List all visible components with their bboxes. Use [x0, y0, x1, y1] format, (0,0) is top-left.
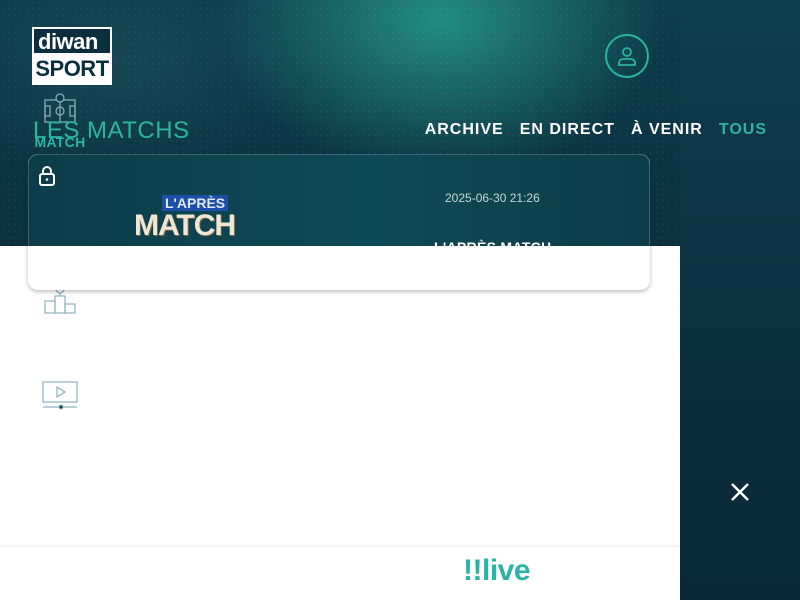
- bottom-bar: !!live: [0, 547, 680, 600]
- sidebar-item-label: EXTRAS: [30, 420, 90, 436]
- match-datetime: 2025-06-30 21:26: [445, 191, 540, 205]
- show-logo: L'APRÈS MATCH: [134, 195, 254, 245]
- show-logo-line2: MATCH: [134, 209, 236, 242]
- diwan-sport-logo[interactable]: diwan SPORT: [32, 27, 112, 85]
- video-player-icon: [42, 381, 78, 410]
- logo-bottom-text: SPORT: [32, 53, 112, 85]
- match-card[interactable]: L'APRÈS MATCH 2025-06-30 21:26 L'APRÈS M…: [28, 154, 650, 290]
- match-card-header: L'APRÈS MATCH 2025-06-30 21:26 L'APRÈS M…: [28, 154, 650, 247]
- lock-icon: [39, 166, 55, 186]
- filter-en-direct[interactable]: EN DIRECT: [520, 121, 615, 139]
- filter-a-venir[interactable]: À VENIR: [631, 121, 703, 139]
- match-filter-tabs: ARCHIVE EN DIRECT À VENIR TOUS: [425, 121, 767, 139]
- close-icon: [731, 483, 749, 501]
- user-icon: [618, 47, 636, 66]
- live-logo[interactable]: !!live: [463, 554, 531, 588]
- sidebar-item-extras[interactable]: EXTRAS: [0, 380, 120, 436]
- close-menu-button[interactable]: [730, 482, 750, 502]
- right-sidebar: [680, 0, 800, 600]
- sidebar-item-label: CLASSEMENT: [10, 325, 110, 341]
- page-title: LES MATCHS: [33, 117, 190, 144]
- sidebar-item-classement[interactable]: CLASSEMENT: [0, 283, 120, 341]
- filter-tous[interactable]: TOUS: [719, 121, 767, 139]
- match-title: L'APRÈS MATCH: [434, 239, 552, 247]
- user-account-button[interactable]: [605, 34, 649, 78]
- filter-archive[interactable]: ARCHIVE: [425, 121, 504, 139]
- logo-top-text: diwan: [32, 27, 112, 54]
